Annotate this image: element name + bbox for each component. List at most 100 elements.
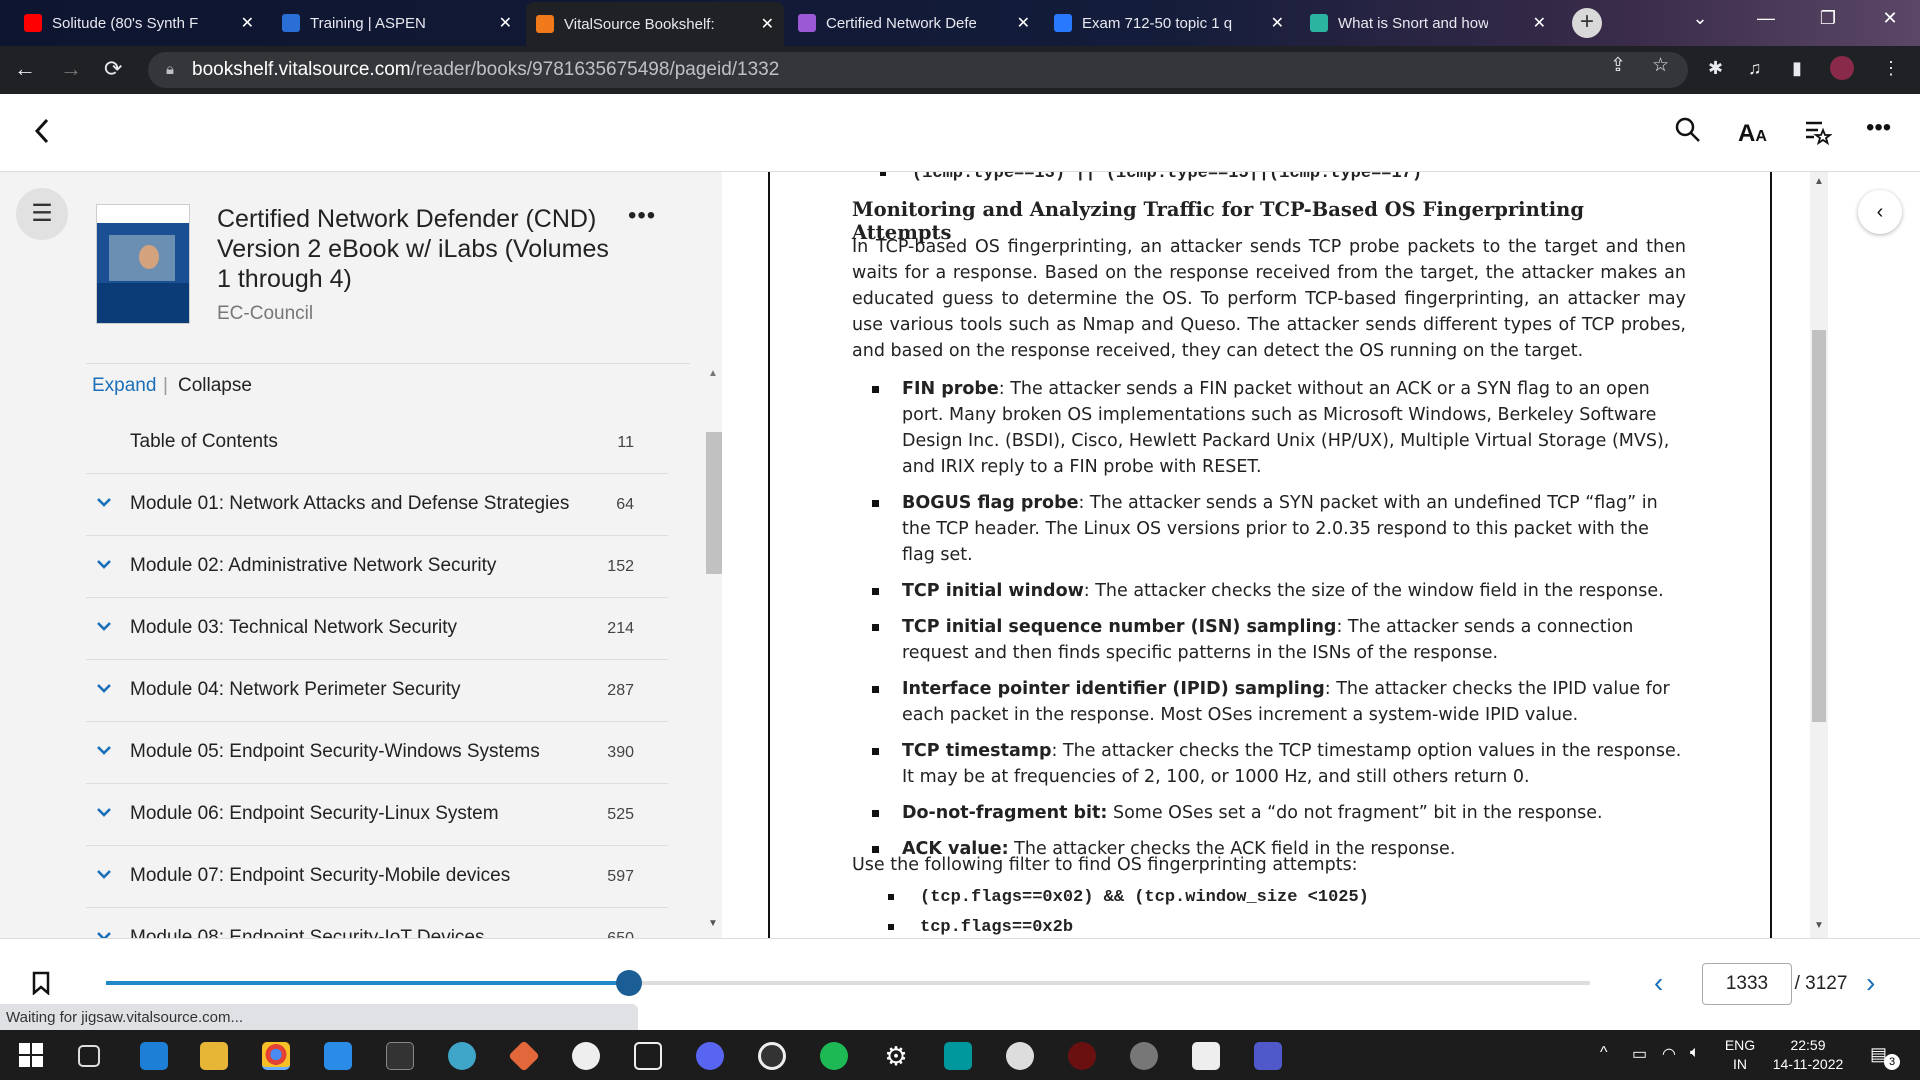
task-view-icon[interactable] <box>78 1045 100 1067</box>
minimize-button[interactable]: — <box>1746 8 1786 29</box>
file-explorer-icon[interactable] <box>200 1042 228 1070</box>
chevron-down-icon[interactable] <box>94 492 114 512</box>
add-bookmark-list-icon[interactable] <box>1804 118 1833 153</box>
content-scrollbar[interactable]: ▲ ▼ <box>1810 172 1828 938</box>
app-horseshoe-icon[interactable] <box>572 1042 600 1070</box>
browser-tab[interactable]: VitalSource Bookshelf: Ce ✕ <box>526 2 784 46</box>
clock[interactable]: 22:59 14-11-2022 <box>1768 1036 1848 1074</box>
back-icon[interactable]: ← <box>14 56 36 82</box>
toc-item[interactable]: Module 07: Endpoint Security-Mobile devi… <box>86 846 668 908</box>
windows-start-icon[interactable] <box>18 1042 46 1070</box>
page-total: / 3127 <box>1794 973 1848 994</box>
media-control-icon[interactable]: ♫ <box>1748 58 1762 79</box>
toc-item[interactable]: Module 08: Endpoint Security-IoT Devices… <box>86 908 668 938</box>
app-eye-icon[interactable] <box>448 1042 476 1070</box>
battery-icon[interactable]: ▭ <box>1632 1044 1647 1064</box>
bookmark-icon[interactable] <box>32 971 50 996</box>
progress-track[interactable] <box>106 981 1590 985</box>
app-feather-icon[interactable] <box>1006 1042 1034 1070</box>
tab-search-icon[interactable]: ⌄ <box>1680 8 1720 29</box>
browser-tab[interactable]: Solitude (80's Synth F ✕ <box>14 4 264 42</box>
search-icon[interactable] <box>1674 116 1702 151</box>
settings-gear-icon[interactable]: ⚙ <box>882 1042 910 1070</box>
browser-tab[interactable]: Exam 712-50 topic 1 que ✕ <box>1044 4 1294 42</box>
side-panel-icon[interactable]: ▮ <box>1792 58 1802 79</box>
back-arrow-icon[interactable] <box>32 116 52 153</box>
cube-icon[interactable] <box>634 1042 662 1070</box>
toc-item-page: 64 <box>616 496 634 513</box>
text-size-icon[interactable]: AA <box>1738 120 1767 148</box>
book-title: Certified Network Defender (CND) Version… <box>217 205 609 293</box>
reload-icon[interactable]: ⟳ <box>104 56 122 82</box>
more-options-icon[interactable]: ••• <box>1866 114 1891 142</box>
vscode-icon[interactable] <box>324 1042 352 1070</box>
collapse-panel-chevron-icon[interactable]: ‹ <box>1858 190 1902 234</box>
next-page-chevron-icon[interactable]: › <box>1866 967 1875 999</box>
book-options-icon[interactable]: ••• <box>628 202 656 230</box>
teams-icon[interactable] <box>1254 1042 1282 1070</box>
profile-avatar[interactable] <box>1830 56 1854 80</box>
browser-tab[interactable]: Training | ASPEN ✕ <box>272 4 522 42</box>
toc-item-label: Table of Contents <box>130 431 278 452</box>
chevron-down-icon[interactable] <box>94 802 114 822</box>
toc-item[interactable]: Module 05: Endpoint Security-Windows Sys… <box>86 722 668 784</box>
toc-item[interactable]: Module 02: Administrative Network Securi… <box>86 536 668 598</box>
spotify-icon[interactable] <box>820 1042 848 1070</box>
show-hidden-icons-icon[interactable]: ^ <box>1600 1044 1608 1062</box>
maximize-button[interactable]: ❐ <box>1808 8 1848 29</box>
address-bar[interactable]: 🔒︎ bookshelf.vitalsource.com/reader/book… <box>148 52 1688 88</box>
tab-close-icon[interactable]: ✕ <box>1533 13 1546 33</box>
tab-close-icon[interactable]: ✕ <box>1271 13 1284 33</box>
share-icon[interactable]: ⇪ <box>1610 54 1626 77</box>
chevron-down-icon[interactable] <box>94 554 114 574</box>
toc-item[interactable]: Module 01: Network Attacks and Defense S… <box>86 474 668 536</box>
toc-item-label: Module 02: Administrative Network Securi… <box>130 555 497 576</box>
chevron-down-icon[interactable] <box>94 926 114 938</box>
terminal-icon[interactable] <box>386 1042 414 1070</box>
tab-favicon-icon <box>24 14 42 32</box>
new-tab-button[interactable]: + <box>1572 8 1602 38</box>
toc-item[interactable]: Module 03: Technical Network Security 214 <box>86 598 668 660</box>
chevron-down-icon[interactable] <box>94 864 114 884</box>
expand-link[interactable]: Expand <box>92 375 156 397</box>
toc-scrollbar[interactable]: ▲ ▼ <box>704 172 724 938</box>
content-scroll-thumb[interactable] <box>1812 330 1826 722</box>
close-window-button[interactable]: ✕ <box>1870 8 1910 29</box>
chevron-down-icon[interactable] <box>94 740 114 760</box>
app-snake-icon[interactable] <box>1192 1042 1220 1070</box>
extensions-icon[interactable]: ✱ <box>1708 58 1723 79</box>
progress-slider-handle[interactable] <box>616 970 643 996</box>
toc-item[interactable]: Table of Contents 11 <box>86 412 668 474</box>
tab-close-icon[interactable]: ✕ <box>761 14 774 34</box>
notification-icon[interactable]: ▤ 3 <box>1870 1044 1900 1070</box>
app-helmet-icon[interactable] <box>1130 1042 1158 1070</box>
browser-tab[interactable]: What is Snort and how d ✕ <box>1300 4 1556 42</box>
chrome-icon[interactable] <box>262 1042 290 1070</box>
arduino-icon[interactable] <box>944 1042 972 1070</box>
bookmark-star-icon[interactable]: ☆ <box>1652 54 1669 77</box>
chevron-down-icon[interactable] <box>94 616 114 636</box>
app-shield-icon[interactable] <box>1068 1042 1096 1070</box>
browser-tab[interactable]: Certified Network Defend ✕ <box>788 4 1040 42</box>
discord-icon[interactable] <box>696 1042 724 1070</box>
previous-page-chevron-icon[interactable]: ‹ <box>1654 967 1663 999</box>
mail-icon[interactable] <box>140 1042 168 1070</box>
forward-icon[interactable]: → <box>60 56 82 82</box>
volume-icon[interactable]: 🔈︎ <box>1690 1044 1700 1062</box>
browser-menu-icon[interactable]: ⋮ <box>1882 58 1900 79</box>
git-icon[interactable] <box>508 1040 540 1072</box>
page-number-input[interactable]: 1333 <box>1702 963 1792 1005</box>
tab-close-icon[interactable]: ✕ <box>1017 13 1030 33</box>
wifi-icon[interactable]: ◠ <box>1662 1044 1676 1064</box>
chevron-down-icon[interactable] <box>94 678 114 698</box>
toc-item[interactable]: Module 04: Network Perimeter Security 287 <box>86 660 668 722</box>
language-indicator[interactable]: ENG IN <box>1718 1036 1762 1074</box>
filter-line: tcp.flags==0x2b <box>888 918 1073 937</box>
collapse-link[interactable]: Collapse <box>178 375 252 397</box>
obs-icon[interactable] <box>758 1042 786 1070</box>
tab-close-icon[interactable]: ✕ <box>241 13 254 33</box>
toc-menu-button[interactable]: ☰ <box>16 188 68 240</box>
tab-close-icon[interactable]: ✕ <box>499 13 512 33</box>
toc-item-page: 152 <box>607 558 634 575</box>
toc-item[interactable]: Module 06: Endpoint Security-Linux Syste… <box>86 784 668 846</box>
